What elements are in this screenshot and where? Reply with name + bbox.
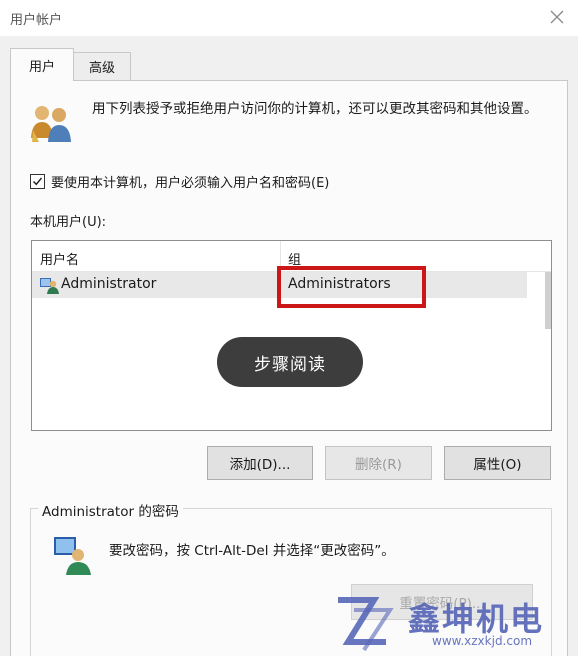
require-password-checkbox[interactable]: 要使用本计算机，用户必须输入用户名和密码(E) <box>30 172 329 191</box>
password-user-icon <box>54 537 91 575</box>
tab-advanced[interactable]: 高级 <box>73 52 131 80</box>
column-username[interactable]: 用户名 <box>40 249 79 268</box>
tab-users[interactable]: 用户 <box>10 48 74 81</box>
watermark-logo-icon <box>338 597 394 652</box>
close-icon <box>550 10 564 24</box>
password-group-title: Administrator 的密码 <box>38 500 183 520</box>
user-name-cell: Administrator <box>61 276 157 292</box>
require-password-label: 要使用本计算机，用户必须输入用户名和密码(E) <box>51 176 330 191</box>
title-bar: 用户帐户 <box>0 0 578 36</box>
close-button[interactable] <box>540 2 574 32</box>
window-title: 用户帐户 <box>10 13 63 28</box>
description-text: 用下列表授予或拒绝用户访问你的计算机，还可以更改其密码和其他设置。 <box>92 101 538 117</box>
watermark-url: www.xzxkjd.com <box>432 634 533 648</box>
scrollbar[interactable] <box>545 272 551 329</box>
users-icon <box>31 106 71 142</box>
remove-user-button[interactable]: 删除(R) <box>325 446 432 480</box>
password-instructions: 要改密码，按 Ctrl-Alt-Del 并选择“更改密码”。 <box>109 543 395 559</box>
checkmark-icon <box>33 177 43 186</box>
local-users-label: 本机用户(U): <box>30 215 107 230</box>
checkbox-box[interactable] <box>30 174 45 189</box>
user-account-icon <box>40 278 59 294</box>
properties-button[interactable]: 属性(O) <box>444 446 551 480</box>
add-user-button[interactable]: 添加(D)... <box>207 446 313 480</box>
step-reading-toast[interactable]: 步骤阅读 <box>217 337 363 387</box>
highlight-annotation-box <box>277 266 426 308</box>
